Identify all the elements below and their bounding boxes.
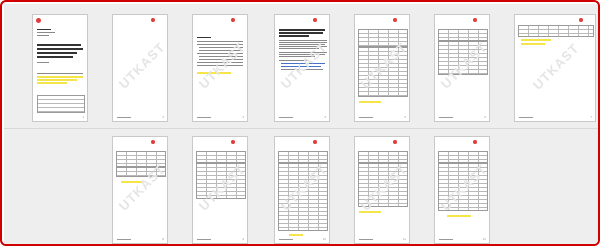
page-thumbnail-6[interactable]: UTKAST 6 [434,14,490,122]
page-thumbnail-11[interactable]: UTKAST 11 [354,136,410,244]
logo-icon [230,140,244,147]
logo-icon [36,18,41,23]
page-number: 12 [482,237,486,241]
page-thumbnail-8[interactable]: UTKAST 8 [112,136,168,244]
watermark-text: UTKAST [115,39,168,92]
page-thumbnail-grid: 1 UTKAST 2 UTKAST 3 UTKAST 4 UTKAST 5 UT… [4,4,598,244]
logo-icon [578,18,592,25]
page-number: 1 [82,115,84,119]
page-thumbnail-3[interactable]: UTKAST 3 [192,14,248,122]
page-number: 10 [322,237,326,241]
logo-icon [392,18,406,25]
logo-icon [392,140,406,147]
page-number: 4 [324,115,326,119]
logo-icon [472,140,486,147]
row-divider [4,128,598,129]
logo-icon [472,18,486,25]
logo-icon [150,140,164,147]
page-number: 11 [402,237,406,241]
page-number: 9 [242,237,244,241]
page-thumbnail-12[interactable]: UTKAST 12 [434,136,490,244]
page-number: 7 [590,115,592,119]
logo-icon [230,18,244,25]
page-number: 3 [242,115,244,119]
page-thumbnail-1[interactable]: 1 [32,14,88,122]
page-thumbnail-4[interactable]: UTKAST 4 [274,14,330,122]
page-thumbnail-10[interactable]: UTKAST 10 [274,136,330,244]
logo-icon [150,18,164,25]
logo-icon [312,140,326,147]
page-number: 8 [162,237,164,241]
page-thumbnail-9[interactable]: UTKAST 9 [192,136,248,244]
logo-icon [312,18,326,25]
page-thumbnail-7[interactable]: UTKAST 7 [514,14,596,122]
page-thumbnail-5[interactable]: UTKAST 5 [354,14,410,122]
page-number: 2 [162,115,164,119]
page-number: 5 [404,115,406,119]
watermark-text: UTKAST [195,39,248,92]
document-viewer-frame: 1 UTKAST 2 UTKAST 3 UTKAST 4 UTKAST 5 UT… [0,0,600,246]
page-thumbnail-2[interactable]: UTKAST 2 [112,14,168,122]
page-number: 6 [484,115,486,119]
